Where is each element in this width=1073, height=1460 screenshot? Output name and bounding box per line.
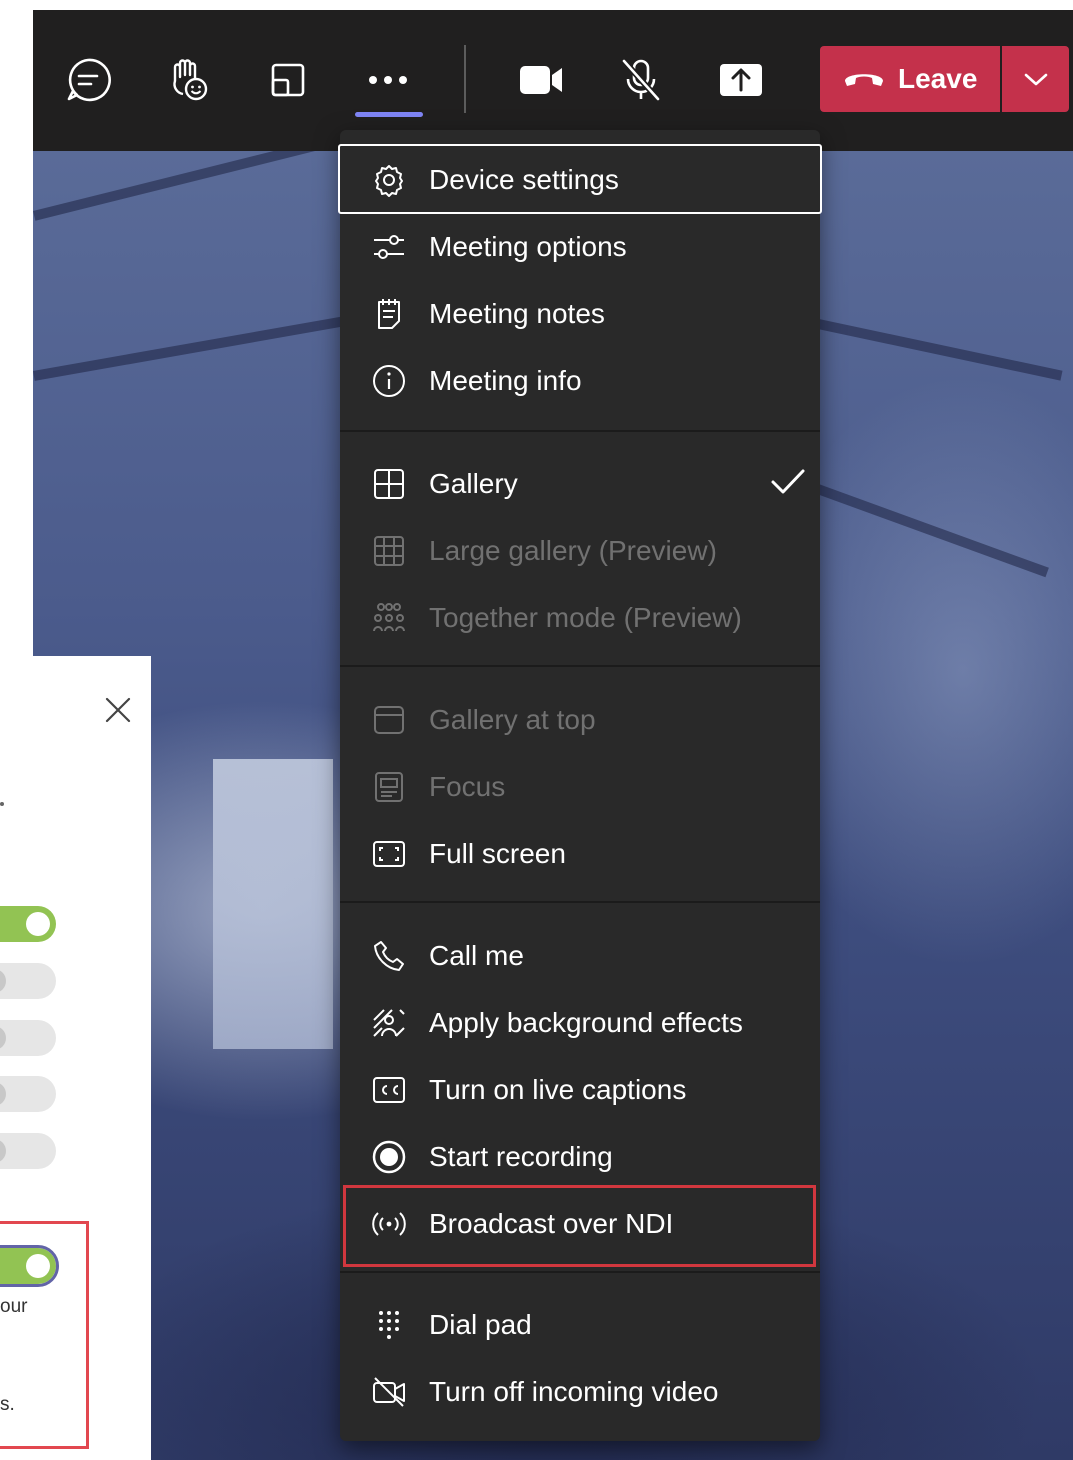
leave-options-button[interactable] (1002, 46, 1069, 112)
broadcast-ndi-toggle[interactable] (0, 1245, 59, 1287)
menu-item-label: Call me (429, 940, 524, 971)
more-actions-button[interactable] (358, 50, 418, 110)
menu-item-label: Start recording (429, 1141, 613, 1172)
menu-item-label: Together mode (Preview) (429, 602, 742, 633)
sliders-icon (372, 230, 406, 264)
menu-separator (340, 430, 820, 432)
menu-item-focus: Focus (340, 754, 820, 820)
menu-item-label: Large gallery (Preview) (429, 535, 717, 566)
menu-item-call-me[interactable]: Call me (340, 923, 820, 989)
focus-icon (372, 770, 406, 804)
menu-item-label: Broadcast over NDI (429, 1208, 674, 1239)
description-fragment: s. (0, 1394, 15, 1415)
menu-item-label: Dial pad (429, 1309, 532, 1340)
menu-item-label: Full screen (429, 838, 566, 869)
projector-screen (213, 759, 333, 1049)
info-icon (372, 364, 406, 398)
menu-item-gallery-at-top: Gallery at top (340, 687, 820, 753)
fullscreen-icon (372, 837, 406, 871)
more-actions-icon (369, 76, 407, 84)
camera-icon (520, 66, 562, 94)
raise-hand-button[interactable] (158, 50, 218, 110)
hang-up-icon (845, 74, 883, 86)
captions-icon (372, 1073, 406, 1107)
toggle-switch[interactable] (0, 963, 56, 999)
breakout-rooms-button[interactable] (258, 50, 318, 110)
toggle-switch[interactable] (0, 1133, 56, 1169)
menu-item-meeting-options[interactable]: Meeting options (340, 214, 820, 280)
text-fragment-dot (0, 802, 4, 806)
mic-off-icon (621, 58, 661, 102)
microphone-button[interactable] (611, 50, 671, 110)
menu-item-label: Meeting options (429, 231, 627, 262)
menu-item-dial-pad[interactable]: Dial pad (340, 1292, 820, 1358)
menu-item-together-mode: Together mode (Preview) (340, 585, 820, 651)
share-tray-icon (720, 64, 762, 96)
share-button[interactable] (711, 50, 771, 110)
menu-item-meeting-info[interactable]: Meeting info (340, 348, 820, 414)
menu-item-start-recording[interactable]: Start recording (340, 1124, 820, 1190)
phone-icon (372, 939, 406, 973)
menu-item-label: Meeting notes (429, 298, 605, 329)
menu-separator (340, 665, 820, 667)
menu-item-label: Focus (429, 771, 506, 802)
notes-icon (372, 297, 406, 331)
toggle-switch[interactable] (0, 1020, 56, 1056)
menu-item-full-screen[interactable]: Full screen (340, 821, 820, 887)
breakout-rooms-icon (271, 63, 305, 97)
checkmark-icon (771, 469, 805, 494)
description-fragment: our (0, 1296, 28, 1317)
gallery-top-icon (372, 703, 406, 737)
menu-item-label: Gallery at top (429, 704, 596, 735)
menu-item-label: Meeting info (429, 365, 582, 396)
menu-item-device-settings[interactable]: Device settings (340, 147, 820, 213)
leave-button[interactable]: Leave (820, 46, 1000, 112)
menu-item-label: Turn on live captions (429, 1074, 687, 1105)
large-gallery-icon (372, 534, 406, 568)
menu-item-label: Device settings (429, 164, 619, 195)
menu-item-label: Turn off incoming video (429, 1376, 719, 1407)
menu-item-background-effects[interactable]: Apply background effects (340, 990, 820, 1056)
toolbar-divider (464, 45, 466, 113)
close-icon[interactable] (104, 696, 132, 724)
chat-button[interactable] (58, 50, 118, 110)
menu-item-meeting-notes[interactable]: Meeting notes (340, 281, 820, 347)
broadcast-icon (372, 1207, 406, 1241)
active-tab-indicator (355, 112, 423, 117)
menu-item-broadcast-ndi[interactable]: Broadcast over NDI (340, 1191, 820, 1257)
leave-label: Leave (898, 63, 978, 94)
raise-hand-icon (173, 59, 208, 101)
menu-separator (340, 901, 820, 903)
toggle-switch[interactable] (0, 1076, 56, 1112)
menu-item-label: Apply background effects (429, 1007, 743, 1038)
menu-item-live-captions[interactable]: Turn on live captions (340, 1057, 820, 1123)
menu-item-label: Gallery (429, 468, 518, 499)
menu-item-turn-off-incoming-video[interactable]: Turn off incoming video (340, 1359, 820, 1425)
background-effects-icon (372, 1006, 406, 1040)
record-icon (372, 1140, 406, 1174)
gallery-icon (372, 467, 406, 501)
together-mode-icon (372, 601, 406, 635)
chevron-down-icon (1024, 73, 1047, 86)
gear-icon (372, 163, 406, 197)
chat-icon (67, 58, 111, 102)
video-off-icon (372, 1375, 406, 1409)
menu-separator (340, 1271, 820, 1273)
settings-side-panel: our s. (0, 656, 151, 1460)
menu-item-gallery[interactable]: Gallery (340, 451, 820, 517)
dialpad-icon (372, 1308, 406, 1342)
menu-item-large-gallery: Large gallery (Preview) (340, 518, 820, 584)
more-actions-menu: Device settings Meeting options Meeting … (338, 130, 822, 1441)
toggle-switch[interactable] (0, 906, 56, 942)
camera-button[interactable] (511, 50, 571, 110)
